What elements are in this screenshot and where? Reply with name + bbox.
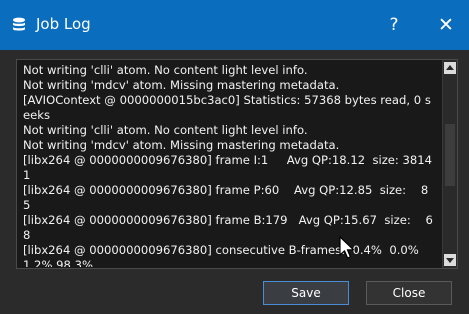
- close-button[interactable]: Close: [366, 281, 452, 305]
- scrollbar-thumb[interactable]: [445, 124, 455, 186]
- job-log-dialog: Job Log ? ✕ Not writing 'clli' atom. No …: [0, 0, 469, 314]
- scroll-down-icon[interactable]: [444, 254, 456, 266]
- save-button[interactable]: Save: [263, 281, 349, 305]
- title-bar: Job Log ? ✕: [0, 0, 469, 50]
- log-text: Not writing 'clli' atom. No content ligh…: [23, 63, 433, 267]
- log-text-area[interactable]: Not writing 'clli' atom. No content ligh…: [16, 59, 458, 269]
- close-window-button[interactable]: ✕: [424, 8, 468, 42]
- help-button[interactable]: ?: [372, 8, 416, 42]
- window-title: Job Log: [36, 15, 91, 33]
- database-stack-icon: [13, 17, 25, 31]
- vertical-scrollbar[interactable]: [442, 60, 457, 268]
- dialog-body: Not writing 'clli' atom. No content ligh…: [0, 50, 469, 314]
- scroll-up-icon[interactable]: [444, 62, 456, 74]
- mouse-pointer-icon: [339, 236, 355, 259]
